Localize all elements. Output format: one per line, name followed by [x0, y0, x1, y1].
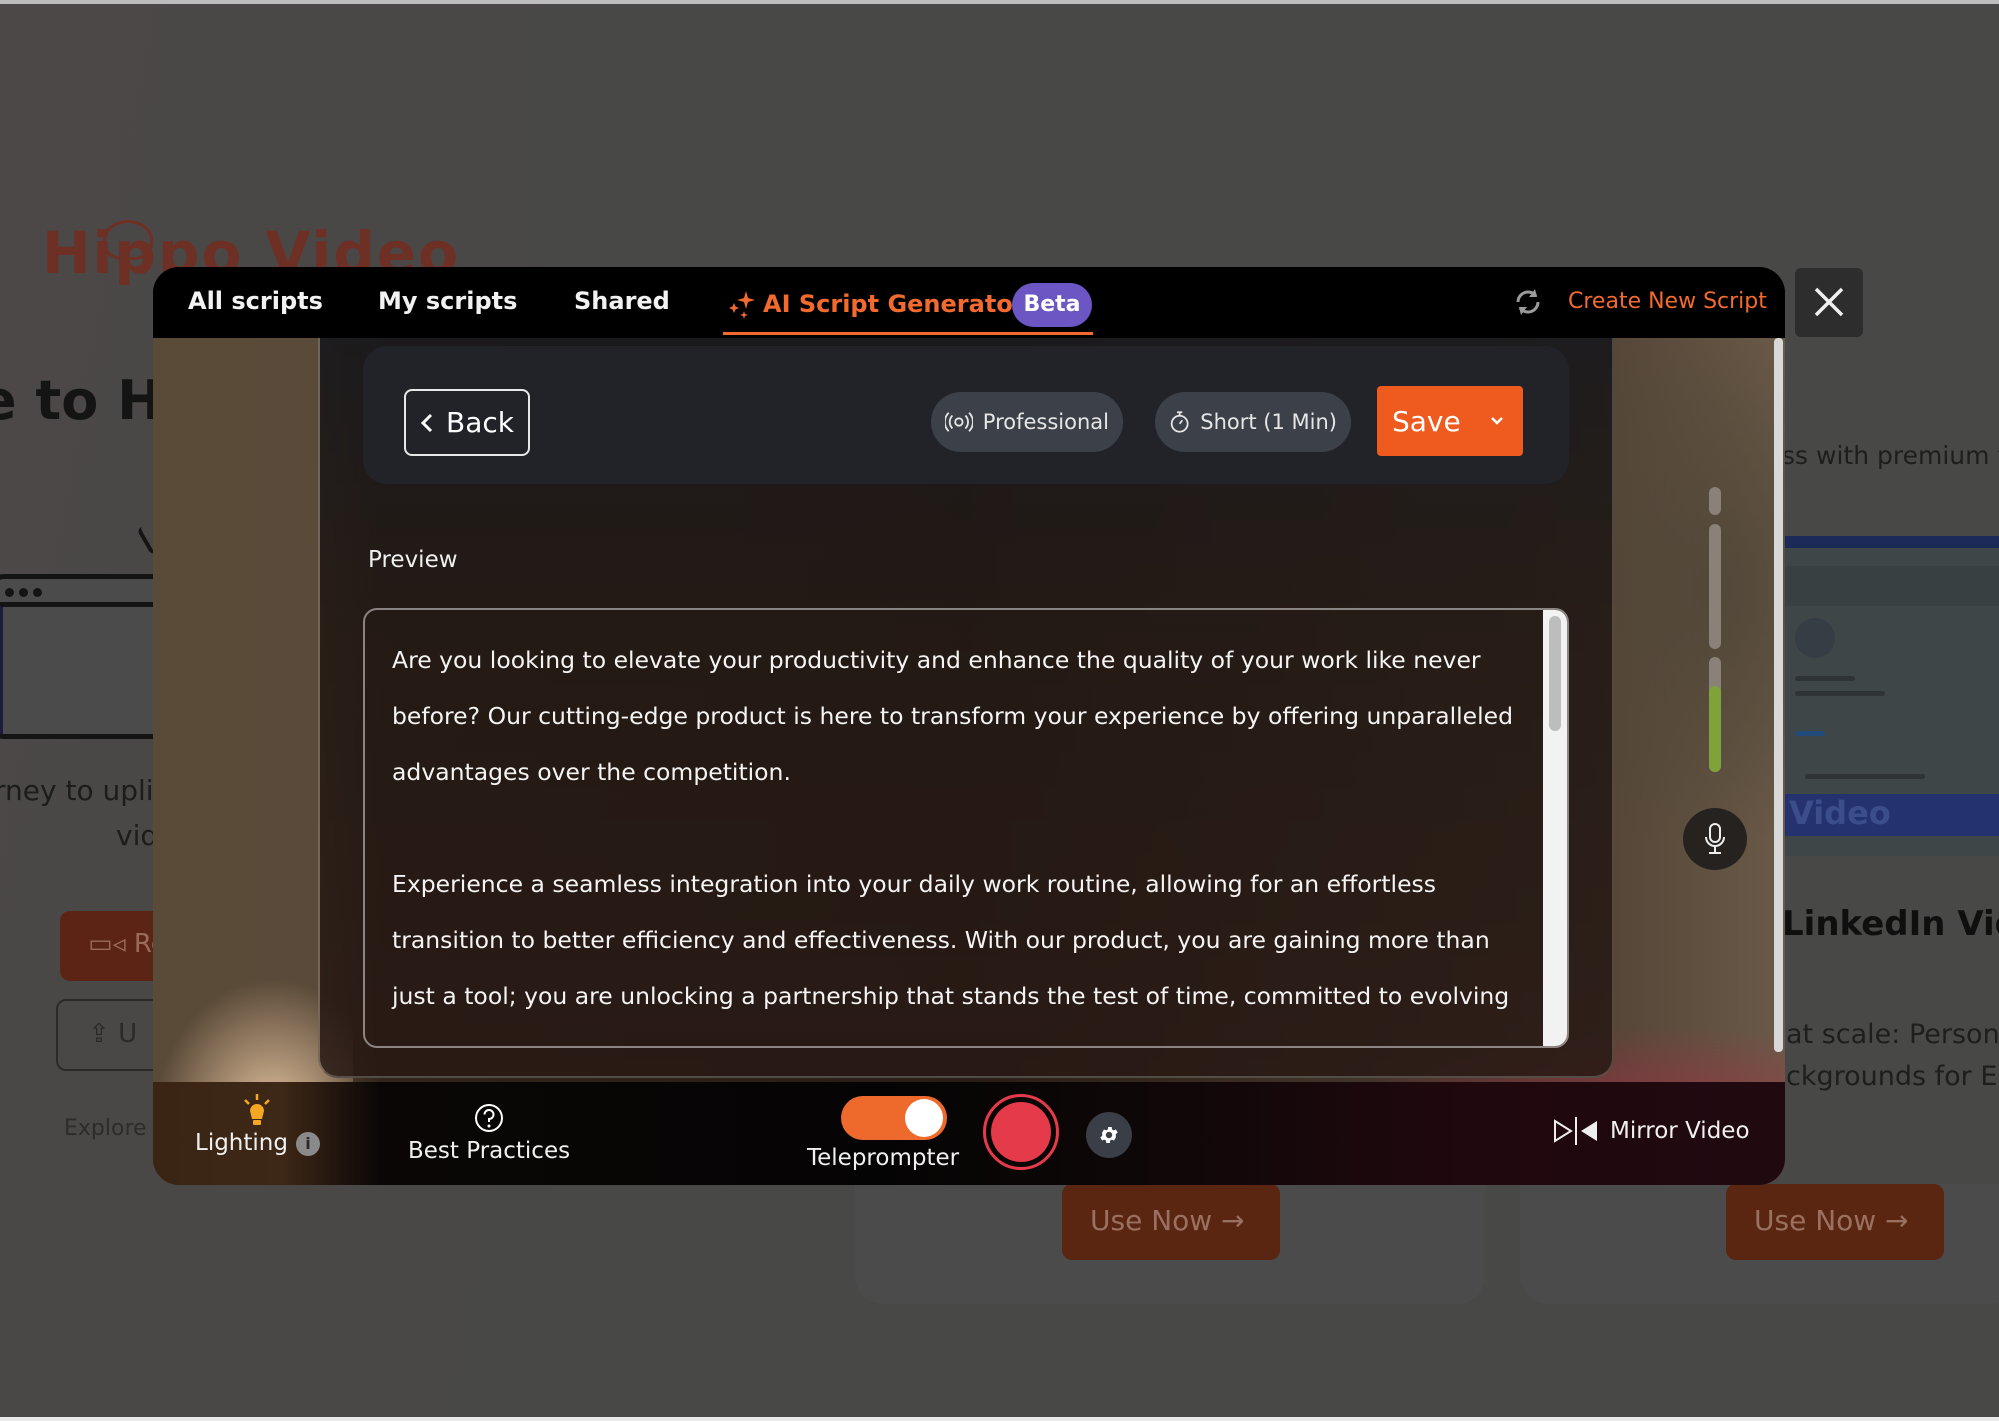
- thumbnail-banner: [1785, 566, 1999, 606]
- modal-header: All scripts My scripts Shared AI Script …: [153, 267, 1785, 338]
- mirror-video-button[interactable]: Mirror Video: [1552, 1115, 1750, 1147]
- microphone-icon: [1705, 823, 1725, 854]
- mirror-video-label: Mirror Video: [1610, 1118, 1750, 1144]
- close-icon: [1814, 287, 1844, 317]
- microphone-button[interactable]: [1683, 808, 1747, 870]
- beta-badge: Beta: [1012, 283, 1092, 327]
- browser-dot: [5, 588, 14, 597]
- save-button[interactable]: Save: [1377, 386, 1523, 456]
- browser-dot: [33, 588, 42, 597]
- tab-ai-script-generator[interactable]: AI Script Generator: [729, 289, 1025, 319]
- thumbnail-line: [1795, 676, 1855, 681]
- script-modal: All scripts My scripts Shared AI Script …: [153, 267, 1785, 1185]
- avatar-icon: [1795, 618, 1835, 658]
- gear-icon: [1100, 1127, 1118, 1143]
- meter-level-fill: [1709, 686, 1721, 772]
- modal-scrollbar[interactable]: [1774, 338, 1783, 1052]
- preview-scrollbar-thumb[interactable]: [1549, 616, 1561, 731]
- script-preview-text: Are you looking to elevate your producti…: [392, 632, 1522, 1046]
- meter-segment: [1709, 524, 1721, 649]
- tab-my-scripts[interactable]: My scripts: [378, 287, 517, 315]
- upload-icon: ⇪: [88, 1019, 119, 1049]
- lighting-button[interactable]: Lighting i: [195, 1094, 320, 1156]
- lighting-label: Lighting: [195, 1130, 288, 1156]
- back-label: Back: [446, 406, 514, 439]
- back-button[interactable]: Back: [404, 389, 530, 456]
- best-practices-label: Best Practices: [408, 1138, 571, 1164]
- preview-label: Preview: [368, 547, 458, 573]
- upload-label: U: [118, 1019, 138, 1049]
- script-preview-textbox[interactable]: Are you looking to elevate your producti…: [363, 608, 1569, 1048]
- script-paragraph: Are you looking to elevate your producti…: [392, 646, 1514, 786]
- linkedin-card-subtitle-2: ckgrounds for En: [1786, 1061, 1999, 1092]
- browser-dot: [19, 588, 28, 597]
- tab-shared[interactable]: Shared: [574, 287, 670, 315]
- audio-level-meter: [1709, 487, 1721, 787]
- video-camera-icon: ▭◃: [88, 929, 134, 959]
- chevron-left-icon: [420, 413, 433, 432]
- use-now-button: Use Now →: [1726, 1184, 1944, 1260]
- premium-tagline: ss with premium vi: [1782, 441, 1999, 470]
- thumbnail-line: [1795, 691, 1885, 696]
- browser-illustration-bar: [0, 579, 165, 607]
- arrow-right-icon: →: [1221, 1204, 1245, 1237]
- teleprompter-toggle[interactable]: [841, 1096, 947, 1140]
- create-new-script-link[interactable]: Create New Script: [1568, 289, 1767, 314]
- sparkle-icon: [729, 291, 755, 319]
- preview-scrollbar[interactable]: [1543, 610, 1567, 1046]
- recording-toolbar: Lighting i Best Practices Teleprompter M…: [153, 1082, 1785, 1185]
- broadcast-icon: [945, 412, 973, 432]
- best-practices-button[interactable]: Best Practices: [408, 1102, 570, 1164]
- mirror-icon: [1554, 1117, 1597, 1145]
- lightbulb-icon: [244, 1094, 271, 1125]
- linkedin-card-subtitle: at scale: Persona: [1786, 1019, 1999, 1050]
- chevron-down-icon[interactable]: [1489, 415, 1505, 427]
- thumbnail-line: [1805, 774, 1925, 779]
- browser-illustration-side: [0, 607, 3, 734]
- length-label: Short (1 Min): [1200, 410, 1337, 434]
- active-tab-indicator: [723, 332, 1093, 335]
- arrow-right-icon: →: [1885, 1204, 1909, 1237]
- meter-segment: [1709, 487, 1721, 515]
- help-circle-icon: [475, 1104, 504, 1132]
- thumbnail-video-label: Video: [1785, 794, 1999, 836]
- use-now-label: Use Now: [1090, 1204, 1213, 1237]
- thumbnail-line: [1795, 731, 1825, 736]
- welcome-description-2: vid: [116, 819, 159, 852]
- use-now-label: Use Now: [1754, 1204, 1877, 1237]
- refresh-icon[interactable]: [1511, 285, 1545, 319]
- browser-illustration: [0, 574, 170, 739]
- welcome-description: rney to uplif: [0, 774, 164, 807]
- close-button[interactable]: [1795, 268, 1863, 337]
- record-button[interactable]: [983, 1094, 1059, 1170]
- teleprompter-label: Teleprompter: [807, 1145, 960, 1171]
- toggle-knob: [905, 1099, 943, 1137]
- script-controls-bar: Back Professional Short (1 Min) Save: [363, 346, 1569, 484]
- script-paragraph: Experience a seamless integration into y…: [392, 870, 1510, 1010]
- settings-button[interactable]: [1086, 1112, 1132, 1158]
- info-icon[interactable]: i: [295, 1131, 320, 1156]
- record-icon: [991, 1102, 1051, 1162]
- stopwatch-icon: [1170, 411, 1189, 433]
- tone-label: Professional: [982, 410, 1109, 434]
- tab-ai-label: AI Script Generator: [763, 290, 1025, 318]
- save-label: Save: [1392, 404, 1461, 438]
- tab-all-scripts[interactable]: All scripts: [188, 287, 323, 315]
- tone-selector[interactable]: Professional: [931, 392, 1123, 452]
- length-selector[interactable]: Short (1 Min): [1155, 392, 1351, 452]
- use-now-button: Use Now →: [1062, 1184, 1280, 1260]
- linkedin-card-title: LinkedIn Vid: [1782, 904, 1999, 944]
- linkedin-card-thumbnail: Video: [1785, 536, 1999, 856]
- bottom-border: [0, 1417, 1999, 1421]
- ai-script-panel: Back Professional Short (1 Min) Save Pre…: [318, 338, 1614, 1078]
- thumbnail-bar: [1785, 536, 1999, 548]
